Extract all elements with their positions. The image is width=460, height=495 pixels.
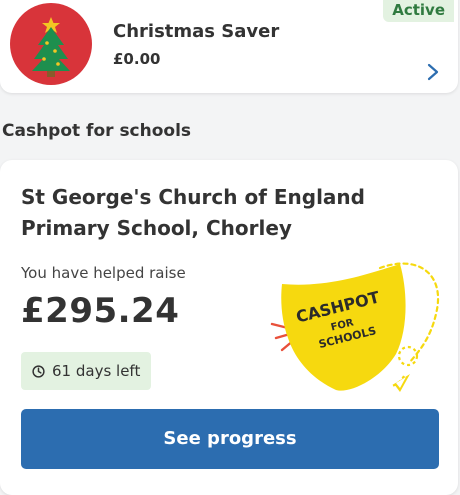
raised-amount: £295.24 [21,291,180,331]
school-cashpot-card: St George's Church of England Primary Sc… [0,160,458,495]
raise-label: You have helped raise [21,264,186,282]
cashpot-for-schools-logo: CASHPOT FOR SCHOOLS [270,262,439,392]
school-name: St George's Church of England Primary Sc… [21,185,365,240]
status-badge: Active [383,0,454,22]
saver-balance: £0.00 [113,50,161,68]
christmas-saver-card[interactable]: Christmas Saver £0.00 Active [0,0,458,93]
section-heading: Cashpot for schools [2,121,192,141]
chevron-right-icon[interactable] [426,62,440,82]
see-progress-button[interactable]: See progress [21,409,439,469]
clock-icon [32,364,45,378]
days-left-badge: 61 days left [21,352,152,390]
days-left-label: 61 days left [52,362,141,380]
saver-title: Christmas Saver [113,21,280,42]
christmas-tree-icon [10,3,92,85]
